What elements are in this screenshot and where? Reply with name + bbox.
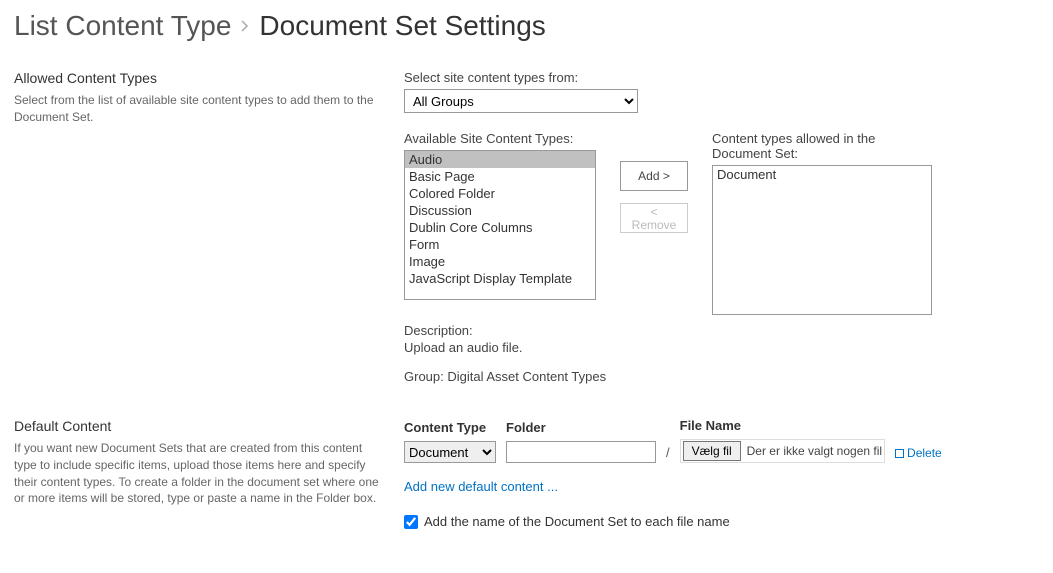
available-label: Available Site Content Types: — [404, 131, 596, 146]
delete-icon — [895, 449, 904, 458]
section-allowed-content-types: Allowed Content Types Select from the li… — [14, 70, 1039, 384]
allowed-label-line2: Document Set: — [712, 146, 932, 161]
content-type-select[interactable]: Document — [404, 441, 496, 463]
list-item[interactable]: Form — [405, 236, 595, 253]
breadcrumb-parent[interactable]: List Content Type — [14, 10, 231, 42]
col-filename-label: File Name — [680, 418, 885, 433]
no-file-text: Der er ikke valgt nogen fil — [747, 444, 882, 458]
add-new-default-content-link[interactable]: Add new default content ... — [404, 479, 558, 494]
list-item[interactable]: Colored Folder — [405, 185, 595, 202]
group-text: Group: Digital Asset Content Types — [404, 369, 1039, 384]
folder-input[interactable] — [506, 441, 656, 463]
col-folder-label: Folder — [506, 420, 656, 435]
delete-link[interactable]: Delete — [895, 446, 942, 460]
list-item[interactable]: Basic Page — [405, 168, 595, 185]
breadcrumb-current: Document Set Settings — [259, 10, 545, 42]
allowed-heading: Allowed Content Types — [14, 70, 384, 86]
file-picker: Vælg fil Der er ikke valgt nogen fil — [680, 439, 885, 463]
choose-file-button[interactable]: Vælg fil — [683, 441, 741, 461]
default-heading: Default Content — [14, 418, 384, 434]
col-contenttype-label: Content Type — [404, 420, 496, 435]
select-from-label: Select site content types from: — [404, 70, 1039, 85]
add-name-label: Add the name of the Document Set to each… — [424, 514, 730, 529]
list-item[interactable]: Audio — [405, 151, 595, 168]
available-content-types-list[interactable]: AudioBasic PageColored FolderDiscussionD… — [404, 150, 596, 300]
breadcrumb: List Content Type Document Set Settings — [14, 10, 1039, 42]
description-label: Description: — [404, 323, 1039, 338]
allowed-description: Select from the list of available site c… — [14, 92, 384, 126]
group-select[interactable]: All Groups — [404, 89, 638, 113]
list-item[interactable]: Discussion — [405, 202, 595, 219]
remove-button[interactable]: < Remove — [620, 203, 688, 233]
default-description: If you want new Document Sets that are c… — [14, 440, 384, 507]
section-default-content: Default Content If you want new Document… — [14, 418, 1039, 529]
path-separator: / — [666, 445, 670, 463]
list-item[interactable]: Image — [405, 253, 595, 270]
list-item[interactable]: Document — [713, 166, 931, 183]
allowed-content-types-list[interactable]: Document — [712, 165, 932, 315]
add-button[interactable]: Add > — [620, 161, 688, 191]
list-item[interactable]: JavaScript Display Template — [405, 270, 595, 287]
list-item[interactable]: Dublin Core Columns — [405, 219, 595, 236]
description-text: Upload an audio file. — [404, 340, 1039, 355]
add-name-checkbox[interactable] — [404, 515, 418, 529]
chevron-right-icon — [241, 20, 249, 32]
allowed-label-line1: Content types allowed in the — [712, 131, 932, 146]
